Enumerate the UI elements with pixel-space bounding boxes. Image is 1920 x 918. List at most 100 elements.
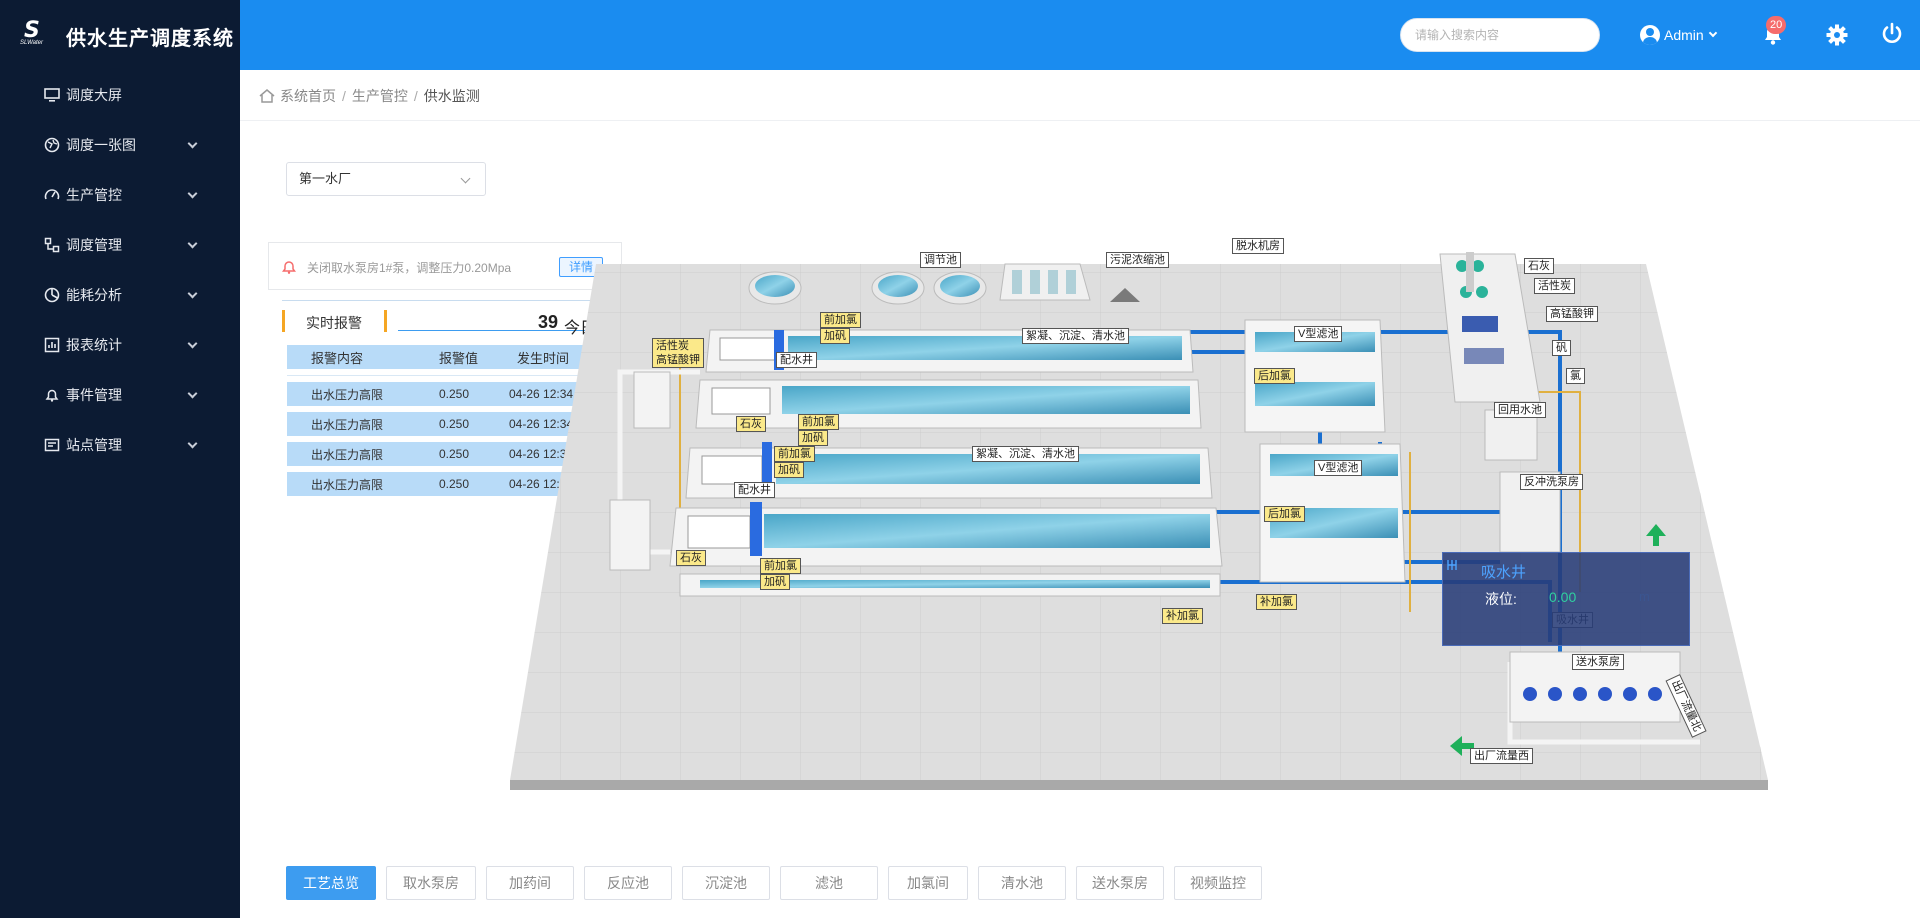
column-header: 报警内容 bbox=[311, 350, 364, 366]
tab-filter[interactable]: 滤池 bbox=[780, 866, 878, 900]
sidebar-item-energy-analysis[interactable]: 能耗分析 bbox=[0, 270, 240, 320]
alarm-value: 0.250 bbox=[439, 477, 470, 491]
popup-level-label: 液位: bbox=[1485, 591, 1517, 607]
sidebar-item-production-control[interactable]: 生产管控 bbox=[0, 170, 240, 220]
breadcrumb-home[interactable]: 系统首页 bbox=[280, 86, 336, 106]
chevron-down-icon bbox=[1708, 28, 1717, 38]
sidebar-item-label: 调度一张图 bbox=[66, 137, 136, 153]
supply-pump-room bbox=[1509, 651, 1681, 723]
gauge-icon bbox=[44, 189, 60, 200]
divider bbox=[240, 120, 1920, 121]
clear-water-surface bbox=[700, 580, 1210, 588]
accent-bar bbox=[282, 310, 285, 332]
v-filter-2 bbox=[1259, 443, 1406, 583]
bell-icon bbox=[45, 389, 59, 402]
chevron-down-icon bbox=[187, 138, 198, 149]
sidebar-item-event-management[interactable]: 事件管理 bbox=[0, 370, 240, 420]
chevron-down-icon bbox=[187, 288, 198, 299]
alarm-content: 出水压力高限 bbox=[311, 417, 384, 432]
popup-title: 吸水井 bbox=[1481, 564, 1527, 581]
sidebar-item-label: 站点管理 bbox=[66, 437, 122, 453]
breadcrumb: 系统首页 / 生产管控 / 供水监测 bbox=[258, 86, 480, 106]
alarm-value: 0.250 bbox=[439, 417, 470, 431]
sidebar-item-label: 能耗分析 bbox=[66, 287, 122, 303]
tab-sedimentation-tank[interactable]: 沉淀池 bbox=[682, 866, 770, 900]
alarm-content: 出水压力高限 bbox=[311, 477, 384, 492]
settings-gear-icon[interactable] bbox=[1826, 24, 1848, 46]
accent-bar bbox=[384, 310, 387, 332]
notice-text: 关闭取水泵房1#泵，调整压力0.20Mpa bbox=[307, 261, 512, 275]
suction-well-popup[interactable]: 吸水井 液位: 0.00 m bbox=[1442, 552, 1690, 646]
user-menu[interactable]: Admin bbox=[1640, 22, 1717, 48]
distribution-well-2 bbox=[609, 499, 651, 571]
home-icon[interactable] bbox=[258, 88, 276, 104]
app-logo: S SLWater 供水生产调度系统 bbox=[20, 18, 234, 54]
user-avatar-icon bbox=[1640, 25, 1660, 45]
process-overview-diagram bbox=[510, 252, 1768, 790]
popup-level-value: 0.00 bbox=[1549, 589, 1577, 605]
sidebar-item-station-management[interactable]: 站点管理 bbox=[0, 420, 240, 470]
sludge-thickener-2 bbox=[933, 271, 987, 305]
alarm-bell-icon bbox=[282, 261, 296, 274]
sidebar-item-dispatch-screen[interactable]: 调度大屏 bbox=[0, 70, 240, 120]
process-tabs: 工艺总览 取水泵房 加药间 反应池 沉淀池 滤池 加氯间 清水池 送水泵房 视频… bbox=[286, 866, 1272, 900]
floc-tank-3 bbox=[685, 442, 1213, 499]
breadcrumb-separator: / bbox=[413, 88, 418, 104]
distribution-well-1 bbox=[633, 371, 671, 429]
floc-tank-4 bbox=[669, 502, 1223, 567]
alarm-value: 0.250 bbox=[439, 387, 470, 401]
station-icon bbox=[44, 438, 60, 452]
floc-tank-1 bbox=[705, 329, 1194, 373]
alarm-content: 出水压力高限 bbox=[311, 387, 384, 402]
sidebar-menu: 调度大屏 调度一张图 生产管控 调度管理 能耗分析 报表统计 事件管理 站点管理 bbox=[0, 70, 240, 470]
sidebar-item-label: 报表统计 bbox=[66, 337, 122, 353]
tab-reaction-tank[interactable]: 反应池 bbox=[584, 866, 672, 900]
breadcrumb-separator: / bbox=[342, 88, 346, 104]
chevron-down-icon bbox=[187, 388, 198, 399]
chevron-down-icon bbox=[187, 438, 198, 449]
plant-select-value: 第一水厂 bbox=[299, 171, 352, 186]
gantry-tower bbox=[1466, 252, 1474, 292]
reuse-pool bbox=[1484, 409, 1538, 461]
logo-mark-icon: S SLWater bbox=[20, 18, 44, 46]
globe-icon bbox=[44, 137, 60, 153]
notification-badge: 20 bbox=[1766, 16, 1787, 34]
sidebar-item-label: 调度管理 bbox=[66, 237, 122, 253]
power-logout-icon[interactable] bbox=[1880, 22, 1904, 46]
popup-level-unit: m bbox=[1639, 589, 1650, 604]
alarm-value: 0.250 bbox=[439, 447, 470, 461]
sidebar-item-dispatch-map[interactable]: 调度一张图 bbox=[0, 120, 240, 170]
chevron-down-icon bbox=[187, 238, 198, 249]
plant-select[interactable]: 第一水厂 bbox=[286, 162, 486, 196]
tab-chlorination-room[interactable]: 加氯间 bbox=[888, 866, 968, 900]
ground-edge bbox=[510, 780, 1768, 790]
v-filter-1 bbox=[1244, 319, 1386, 433]
tab-video-monitoring[interactable]: 视频监控 bbox=[1174, 866, 1262, 900]
breadcrumb-current: 供水监测 bbox=[423, 88, 480, 104]
report-icon bbox=[44, 337, 60, 353]
sidebar-item-report-statistics[interactable]: 报表统计 bbox=[0, 320, 240, 370]
dewatering-room bbox=[999, 263, 1091, 301]
monitor-icon bbox=[44, 88, 60, 102]
app-title: 供水生产调度系统 bbox=[66, 27, 234, 50]
tank-icon bbox=[1447, 560, 1457, 570]
backwash-pump-room bbox=[1499, 471, 1561, 553]
alarm-title: 实时报警 bbox=[306, 315, 362, 331]
tab-intake-pump-room[interactable]: 取水泵房 bbox=[386, 866, 476, 900]
sidebar-item-dispatch-management[interactable]: 调度管理 bbox=[0, 220, 240, 270]
sidebar-item-label: 事件管理 bbox=[66, 387, 122, 403]
tab-dosing-room[interactable]: 加药间 bbox=[486, 866, 574, 900]
breadcrumb-level2[interactable]: 生产管控 bbox=[352, 86, 408, 106]
pie-icon bbox=[44, 287, 60, 303]
sludge-thickener-1 bbox=[871, 271, 925, 305]
tab-process-overview[interactable]: 工艺总览 bbox=[286, 866, 376, 900]
tab-clear-water-pool[interactable]: 清水池 bbox=[978, 866, 1066, 900]
chevron-down-icon bbox=[460, 173, 471, 184]
top-bar: Admin 20 bbox=[240, 0, 1920, 70]
user-name: Admin bbox=[1664, 27, 1704, 43]
tab-supply-pump-room[interactable]: 送水泵房 bbox=[1076, 866, 1164, 900]
regulating-pool bbox=[748, 271, 802, 305]
column-header: 报警值 bbox=[439, 350, 479, 366]
chevron-down-icon bbox=[187, 338, 198, 349]
search-input[interactable] bbox=[1400, 18, 1600, 52]
